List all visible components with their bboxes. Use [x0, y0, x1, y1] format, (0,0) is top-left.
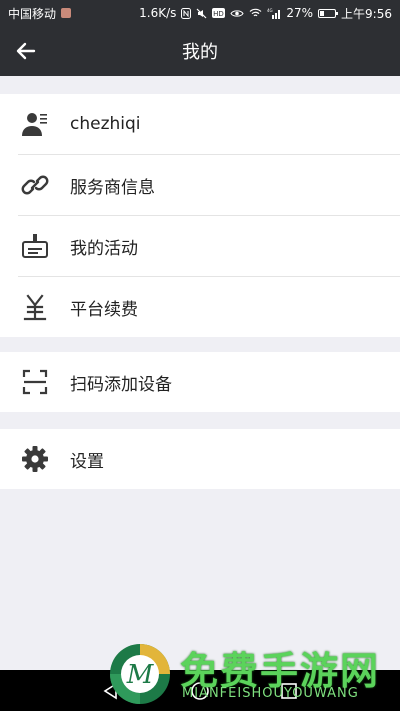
service-provider-label: 服务商信息 — [70, 177, 155, 198]
my-activities-row[interactable]: 我的活动 — [0, 215, 400, 276]
signal-icon: 4G — [267, 8, 281, 19]
scan-add-device-label: 扫码添加设备 — [70, 374, 172, 395]
settings-row[interactable]: 设置 — [0, 429, 400, 489]
watermark-logo-icon: M — [110, 644, 170, 704]
svg-text:M: M — [126, 660, 155, 690]
network-type-label: 4G — [267, 8, 273, 13]
eye-comfort-icon — [230, 9, 244, 18]
activity-icon — [20, 231, 50, 261]
watermark-subtitle: MIANFEISHOUYOUWANG — [182, 686, 359, 701]
settings-section: 设置 — [0, 429, 400, 489]
link-icon — [20, 170, 50, 200]
carrier-badge-icon — [61, 8, 72, 18]
scan-add-device-row[interactable]: 扫码添加设备 — [0, 352, 400, 412]
gear-icon — [20, 444, 50, 474]
battery-percent: 27% — [286, 6, 314, 20]
wifi-icon — [249, 8, 262, 18]
arrow-left-icon — [16, 42, 36, 60]
renewal-label: 平台续费 — [70, 299, 138, 320]
my-activities-label: 我的活动 — [70, 238, 138, 259]
hd-icon: HD — [212, 8, 226, 18]
scan-section: 扫码添加设备 — [0, 352, 400, 412]
mute-icon — [196, 8, 207, 19]
nfc-icon — [181, 7, 192, 19]
carrier-label: 中国移动 — [8, 6, 57, 21]
back-button[interactable] — [12, 37, 40, 65]
service-provider-row[interactable]: 服务商信息 — [0, 154, 400, 215]
app-header: 我的 — [0, 26, 400, 76]
profile-section: chezhiqi 服务商信息 我的活动 平台续费 — [0, 94, 400, 337]
scan-icon — [20, 367, 50, 397]
yen-icon — [20, 292, 50, 322]
status-bar: 中国移动 1.6K/s HD 4G 27% 上午9:56 — [0, 0, 400, 26]
clock: 上午9:56 — [341, 6, 392, 21]
page-title: 我的 — [182, 42, 218, 63]
username-label: chezhiqi — [70, 114, 141, 134]
profile-row[interactable]: chezhiqi — [0, 94, 400, 154]
battery-icon — [318, 8, 339, 18]
renewal-row[interactable]: 平台续费 — [0, 276, 400, 337]
network-speed: 1.6K/s — [139, 6, 177, 20]
svg-text:HD: HD — [214, 10, 225, 18]
user-profile-icon — [20, 109, 50, 139]
watermark: M 免费手游网 MIANFEISHOUYOUWANG — [104, 638, 396, 706]
settings-label: 设置 — [70, 451, 104, 472]
